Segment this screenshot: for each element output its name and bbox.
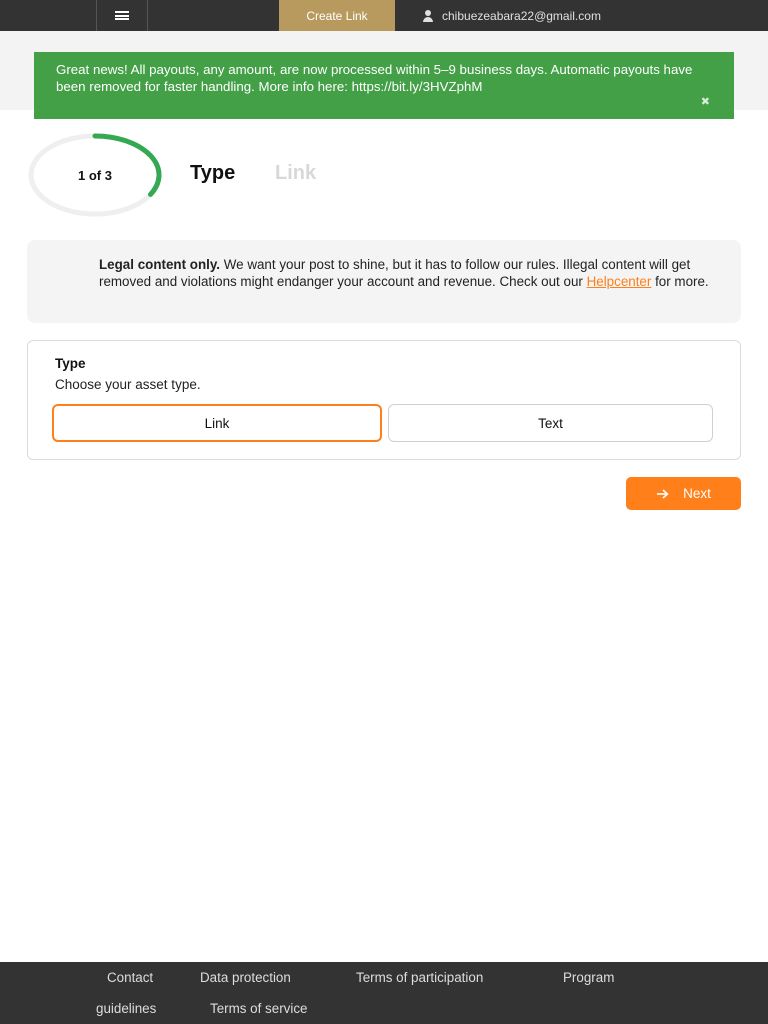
progress-label: 1 of 3	[78, 167, 112, 183]
footer-link-program-guidelines[interactable]: Program	[563, 970, 614, 985]
legal-notice-heading: Legal content only.	[99, 257, 221, 272]
next-button-label: Next	[683, 486, 711, 501]
asset-type-title: Type	[55, 356, 86, 371]
menu-button[interactable]	[96, 0, 148, 31]
close-icon[interactable]: ✖	[701, 94, 710, 111]
asset-type-option-text[interactable]: Text	[388, 404, 713, 442]
asset-type-subtitle: Choose your asset type.	[55, 377, 201, 392]
user-account-link[interactable]: chibuezeabara22@gmail.com	[422, 0, 601, 31]
footer: Contact Data protection Terms of partici…	[0, 962, 768, 1024]
footer-link-terms-of-service[interactable]: Terms of service	[210, 1001, 307, 1016]
step-current-title: Type	[190, 162, 236, 184]
legal-notice-suffix: for more.	[651, 274, 709, 289]
next-button[interactable]: Next	[626, 477, 741, 510]
hamburger-menu-icon	[115, 11, 129, 20]
footer-link-program-guidelines-continued[interactable]: guidelines	[96, 1001, 156, 1016]
footer-link-data-protection[interactable]: Data protection	[200, 970, 291, 985]
create-link-button[interactable]: Create Link	[279, 0, 395, 31]
footer-link-contact[interactable]: Contact	[107, 970, 153, 985]
legal-notice: Legal content only. We want your post to…	[27, 240, 741, 323]
arrow-right-icon	[657, 488, 669, 499]
step-next-title: Link	[275, 162, 317, 184]
user-email-label: chibuezeabara22@gmail.com	[442, 8, 601, 23]
announcement-banner: Great news! All payouts, any amount, are…	[34, 52, 734, 119]
top-navigation-bar: Create Link chibuezeabara22@gmail.com	[0, 0, 768, 31]
asset-type-card	[27, 340, 741, 460]
user-icon	[422, 9, 434, 22]
footer-link-terms-of-participation[interactable]: Terms of participation	[356, 970, 483, 985]
banner-text: Great news! All payouts, any amount, are…	[56, 62, 693, 94]
helpcenter-link[interactable]: Helpcenter	[587, 274, 652, 289]
asset-type-option-link[interactable]: Link	[52, 404, 382, 442]
